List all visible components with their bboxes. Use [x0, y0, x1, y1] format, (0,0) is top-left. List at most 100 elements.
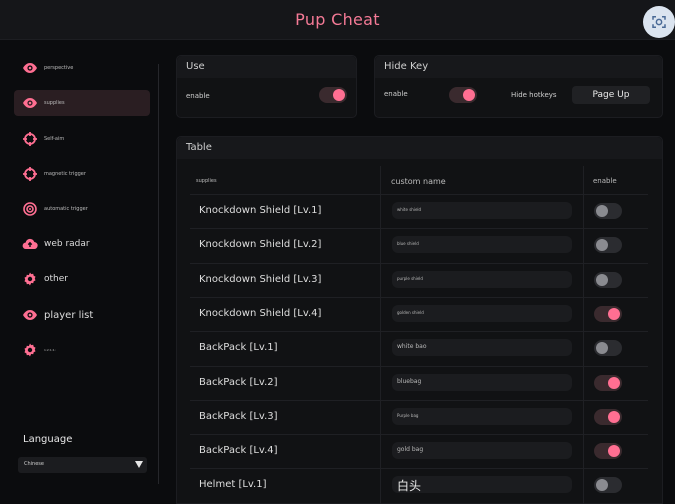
row-enable-toggle[interactable] [594, 237, 622, 254]
supply-name: Knockdown Shield [Lv.3] [199, 273, 322, 285]
custom-name-value: purple shield [397, 275, 423, 281]
custom-name-input[interactable]: blue shield [392, 236, 572, 254]
column-header-custom-name: custom name [391, 177, 446, 186]
supply-name: Knockdown Shield [Lv.2] [199, 239, 322, 251]
supply-name: Knockdown Shield [Lv.1] [199, 205, 322, 216]
custom-name-value: Purple bag [397, 412, 419, 418]
language-select[interactable]: Chinese [18, 457, 147, 473]
hidekey-enable-toggle[interactable] [449, 87, 477, 103]
row-enable-toggle[interactable] [594, 271, 622, 288]
sidebar-item-label: Self-aim [44, 136, 65, 142]
row-enable-toggle[interactable] [594, 443, 622, 460]
sidebar-item-web-radar[interactable]: web radar [14, 231, 150, 257]
custom-name-value: 白头 [397, 479, 422, 494]
supply-name: Helmet [Lv.1] [199, 479, 267, 491]
chevron-down-icon [135, 461, 143, 468]
use-panel-title: Use [186, 61, 205, 72]
table-row: Knockdown Shield [Lv.1] white shield [190, 194, 648, 228]
row-enable-toggle[interactable] [594, 477, 622, 494]
gear-icon [24, 272, 36, 286]
custom-name-value: white bao [397, 343, 427, 351]
eye-icon [23, 98, 37, 108]
gear-icon [24, 343, 36, 357]
row-enable-toggle[interactable] [594, 340, 622, 357]
custom-name-input[interactable]: gold bag [392, 442, 572, 460]
hidekey-enable-label: enable [384, 90, 408, 98]
toggle-knob [463, 89, 475, 101]
custom-name-value: white shield [397, 207, 422, 212]
custom-name-input[interactable]: 白头 [392, 476, 572, 494]
table-row: Helmet [Lv.1] 白头 [190, 468, 648, 502]
sidebar-item-perspective[interactable]: perspective [14, 55, 150, 81]
custom-name-value: golden shield [397, 309, 424, 315]
table-row: Knockdown Shield [Lv.2] blue shield [190, 228, 648, 262]
row-enable-toggle[interactable] [594, 203, 622, 219]
crosshair-icon [23, 167, 37, 181]
column-header-enable: enable [593, 177, 617, 185]
sidebar-item-self-aim[interactable]: Self-aim [14, 126, 150, 152]
table-row: BackPack [Lv.1] white bao [190, 331, 648, 365]
toggle-knob [608, 445, 620, 458]
screen-capture-icon [652, 16, 666, 28]
crosshair-icon [23, 132, 37, 146]
row-enable-toggle[interactable] [594, 408, 622, 425]
sidebar-item-label: magnetic trigger [44, 171, 86, 177]
hotkey-button[interactable]: Page Up [572, 86, 650, 104]
column-header-supplies: supplies [196, 178, 217, 184]
use-enable-toggle[interactable] [319, 87, 347, 103]
sidebar-item-supplies[interactable]: supplies [14, 90, 150, 116]
app-title: Pup Cheat [295, 10, 380, 29]
use-enable-label: enable [186, 92, 210, 100]
row-enable-toggle[interactable] [594, 374, 622, 391]
sidebar-item-label: web radar [44, 239, 90, 249]
toggle-knob [596, 273, 608, 286]
sidebar-item-other[interactable]: other [14, 266, 150, 292]
language-title: Language [23, 434, 73, 445]
screen-capture-button[interactable] [643, 6, 675, 38]
table-row: Knockdown Shield [Lv.3] purple shield [190, 262, 648, 297]
toggle-knob [608, 376, 620, 389]
custom-name-input[interactable]: white bao [392, 339, 572, 357]
supply-name: BackPack [Lv.1] [199, 342, 278, 354]
row-enable-toggle[interactable] [594, 305, 622, 322]
toggle-knob [608, 410, 620, 423]
custom-name-value: bluebag [397, 377, 422, 385]
title-bar: Pup Cheat [0, 0, 675, 40]
sidebar-item-label: 1:2:1:1: [44, 348, 56, 352]
supply-name: Knockdown Shield [Lv.4] [199, 307, 322, 319]
sidebar-item-automatic-trigger[interactable]: automatic trigger [14, 196, 150, 222]
language-value: Chinese [24, 461, 44, 467]
sidebar-item-label: automatic trigger [44, 206, 88, 212]
table-row: BackPack [Lv.2] bluebag [190, 365, 648, 400]
use-panel: Use enable [176, 55, 357, 118]
toggle-knob [333, 89, 345, 101]
toggle-knob [596, 342, 608, 355]
sidebar-item-magnetic-trigger[interactable]: magnetic trigger [14, 161, 150, 187]
custom-name-input[interactable]: bluebag [392, 373, 572, 391]
table-panel-title: Table [186, 142, 212, 153]
table-panel-header [177, 137, 662, 159]
custom-name-value: blue shield [397, 241, 419, 247]
custom-name-input[interactable]: white shield [392, 202, 572, 219]
supply-name: BackPack [Lv.2] [199, 376, 278, 388]
eye-icon [23, 63, 37, 73]
custom-name-value: gold bag [397, 446, 424, 454]
sidebar-item-settings[interactable]: 1:2:1:1: [14, 337, 150, 363]
sidebar-item-label: perspective [44, 65, 74, 71]
toggle-knob [596, 239, 608, 252]
toggle-knob [608, 307, 620, 320]
cloud-upload-icon [22, 238, 38, 250]
table-row: Knockdown Shield [Lv.4] golden shield [190, 296, 648, 331]
custom-name-input[interactable]: Purple bag [392, 407, 572, 425]
sidebar-item-player-list[interactable]: player list [14, 302, 150, 328]
toggle-knob [596, 205, 608, 217]
toggle-knob [596, 479, 608, 492]
table-row: BackPack [Lv.4] gold bag [190, 434, 648, 468]
sidebar-item-label: other [44, 274, 68, 284]
supplies-table: supplies custom name enable Knockdown Sh… [186, 166, 648, 504]
custom-name-input[interactable]: purple shield [392, 270, 572, 288]
sidebar-item-label: supplies [44, 100, 65, 106]
eye-icon [23, 310, 37, 320]
supply-name: BackPack [Lv.4] [199, 445, 278, 457]
custom-name-input[interactable]: golden shield [392, 304, 572, 322]
